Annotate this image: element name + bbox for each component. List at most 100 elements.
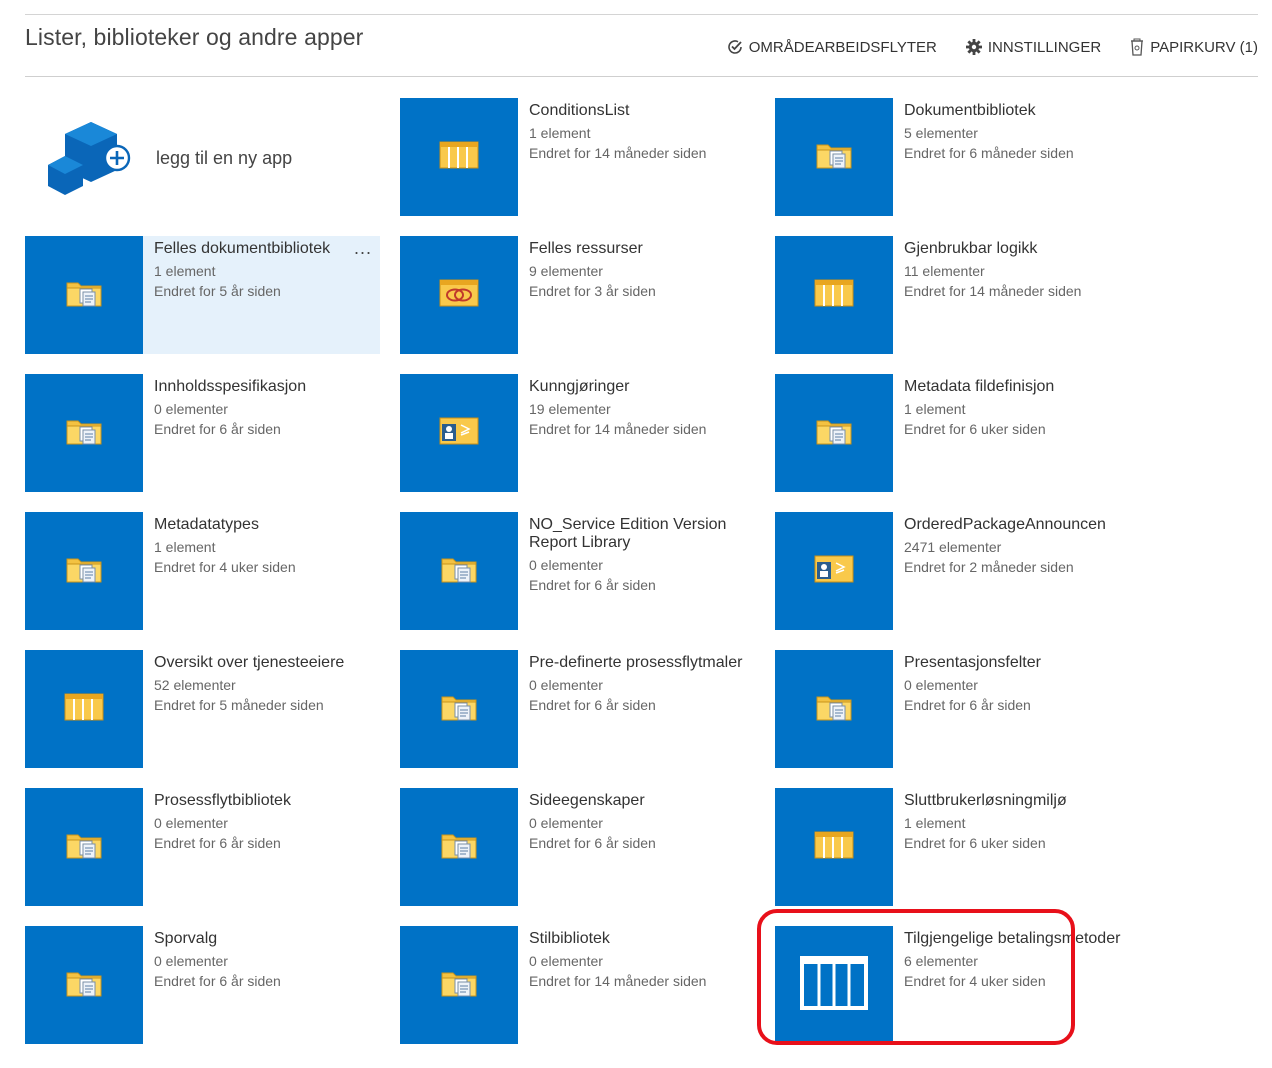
app-tile-name[interactable]: Pre-definerte prosessflytmaler [529, 654, 749, 672]
app-tile-thumbnail[interactable] [400, 98, 518, 216]
app-tile-item-count: 6 elementer [904, 953, 978, 969]
app-tile[interactable]: Felles ressurser 9 elementer Endret for 3 … [400, 236, 755, 354]
app-tile-thumbnail[interactable] [775, 650, 893, 768]
app-tile[interactable]: Oversikt over tjenesteeiere 52 elementer E… [25, 650, 380, 768]
recycle-bin-button[interactable]: PAPIRKURV (1) [1129, 38, 1258, 56]
app-tile-name[interactable]: Prosessflytbibliotek [154, 792, 374, 810]
app-tile-thumbnail[interactable] [775, 788, 893, 906]
app-tile-item-count: 5 elementer [904, 125, 978, 141]
app-tile-name[interactable]: Oversikt over tjenesteeiere [154, 654, 374, 672]
app-tile-name[interactable]: Kunngjøringer [529, 378, 749, 396]
app-tile-thumbnail[interactable] [25, 650, 143, 768]
library-icon [65, 830, 103, 865]
app-tile-thumbnail[interactable] [25, 236, 143, 354]
add-app-icon [47, 120, 135, 201]
app-tile[interactable]: Sporvalg 0 elementer Endret for 6 år siden [25, 926, 380, 1044]
page-header: Lister, biblioteker og andre apper OMRÅD… [25, 16, 1258, 77]
app-tile-info: Dokumentbibliotek 5 elementer Endret for 6… [904, 98, 1124, 163]
app-tile-thumbnail[interactable] [400, 926, 518, 1044]
app-tile-name[interactable]: Stilbibliotek [529, 930, 749, 948]
app-tile-thumbnail[interactable] [400, 374, 518, 492]
app-tile[interactable]: Stilbibliotek 0 elementer Endret for 14 må… [400, 926, 755, 1044]
app-tile-thumbnail[interactable] [400, 788, 518, 906]
app-tile-modified: Endret for 6 år siden [154, 835, 281, 851]
app-tile-info: Metadatatypes 1 element Endret for 4 uker … [154, 512, 374, 577]
app-tile-item-count: 0 elementer [154, 815, 228, 831]
top-divider [25, 14, 1258, 15]
app-tile-item-count: 1 element [154, 263, 216, 279]
app-tile-info: Pre-definerte prosessflytmaler 0 elemente… [529, 650, 749, 715]
app-tile-item-count: 0 elementer [529, 815, 603, 831]
app-tile[interactable]: Pre-definerte prosessflytmaler 0 elemente… [400, 650, 755, 768]
library-icon [440, 968, 478, 1003]
more-options-icon[interactable]: ... [354, 238, 372, 259]
app-tile-name[interactable]: Presentasjonsfelter [904, 654, 1124, 672]
app-tile-modified: Endret for 6 år siden [529, 697, 656, 713]
app-tile[interactable]: Dokumentbibliotek 5 elementer Endret for 6… [775, 98, 1130, 216]
app-tile-thumbnail[interactable] [775, 512, 893, 630]
app-tile-modified: Endret for 4 uker siden [154, 559, 296, 575]
app-tile-name[interactable]: Sluttbrukerløsningmiljø [904, 792, 1124, 810]
app-tile[interactable]: Presentasjonsfelter 0 elementer Endret for… [775, 650, 1130, 768]
app-tile-name[interactable]: OrderedPackageAnnouncen [904, 516, 1124, 534]
app-tile-name[interactable]: Sporvalg [154, 930, 374, 948]
app-tile-modified: Endret for 6 år siden [154, 973, 281, 989]
app-tile[interactable]: Gjenbrukbar logikk 11 elementer Endret for… [775, 236, 1130, 354]
app-tile-item-count: 52 elementer [154, 677, 236, 693]
app-tile-thumbnail[interactable] [25, 512, 143, 630]
settings-button[interactable]: INNSTILLINGER [965, 38, 1101, 56]
app-tile[interactable]: Metadata fildefinisjon 1 element Endret fo… [775, 374, 1130, 492]
app-tile-thumbnail[interactable] [25, 926, 143, 1044]
app-tile-thumbnail[interactable] [775, 926, 893, 1044]
library-icon [65, 416, 103, 451]
app-tile[interactable]: OrderedPackageAnnouncen 2471 elementer End… [775, 512, 1130, 630]
app-tile-modified: Endret for 14 måneder siden [529, 145, 707, 161]
app-tile-name[interactable]: Felles dokumentbibliotek [154, 240, 374, 258]
header-actions: OMRÅDEARBEIDSFLYTER INNSTILLINGER PAPIRK… [726, 38, 1258, 56]
app-tile[interactable]: NO_Service Edition Version Report Librar… [400, 512, 755, 630]
app-tile-thumbnail[interactable] [775, 98, 893, 216]
library-icon [440, 830, 478, 865]
app-tile[interactable]: Metadatatypes 1 element Endret for 4 uker … [25, 512, 380, 630]
app-tile-info: NO_Service Edition Version Report Librar… [529, 512, 749, 595]
app-tile-thumbnail[interactable] [25, 374, 143, 492]
app-tile-name[interactable]: Felles ressurser [529, 240, 749, 258]
app-tile-info: Sluttbrukerløsningmiljø 1 element Endret f… [904, 788, 1124, 853]
recycle-bin-icon [1129, 38, 1145, 56]
app-tile-thumbnail[interactable] [400, 650, 518, 768]
app-tile[interactable]: Sideegenskaper 0 elementer Endret for 6 år… [400, 788, 755, 906]
list-icon [64, 693, 104, 726]
app-tile-modified: Endret for 6 måneder siden [904, 145, 1074, 161]
app-tile-modified: Endret for 6 uker siden [904, 421, 1046, 437]
app-tile-thumbnail[interactable] [400, 512, 518, 630]
app-tile[interactable]: Prosessflytbibliotek 0 elementer Endret fo… [25, 788, 380, 906]
app-tile-name[interactable]: ConditionsList [529, 102, 749, 120]
app-tile-info: Metadata fildefinisjon 1 element Endret fo… [904, 374, 1124, 439]
app-tile-thumbnail[interactable] [25, 788, 143, 906]
app-tile-modified: Endret for 2 måneder siden [904, 559, 1074, 575]
add-app-tile[interactable]: legg til en ny app [25, 98, 380, 216]
app-tile-name[interactable]: Innholdsspesifikasjon [154, 378, 374, 396]
app-tile[interactable]: ConditionsList 1 element Endret for 14 mån… [400, 98, 755, 216]
app-tile[interactable]: Tilgjengelige betalingsmetoder 6 elemente… [775, 926, 1130, 1044]
app-tile-modified: Endret for 6 år siden [904, 697, 1031, 713]
app-tile-modified: Endret for 6 år siden [529, 835, 656, 851]
app-tile-thumbnail[interactable] [775, 236, 893, 354]
app-tile-name[interactable]: NO_Service Edition Version Report Librar… [529, 516, 749, 552]
app-tile-name[interactable]: Metadata fildefinisjon [904, 378, 1124, 396]
app-tile-modified: Endret for 14 måneder siden [529, 421, 707, 437]
list-icon [814, 831, 854, 864]
app-tile-modified: Endret for 14 måneder siden [529, 973, 707, 989]
app-tile-name[interactable]: Tilgjengelige betalingsmetoder [904, 930, 1124, 948]
app-tile-name[interactable]: Metadatatypes [154, 516, 374, 534]
app-tile-name[interactable]: Sideegenskaper [529, 792, 749, 810]
app-tile[interactable]: Kunngjøringer 19 elementer Endret for 14 m… [400, 374, 755, 492]
app-tile[interactable]: Innholdsspesifikasjon 0 elementer Endret f… [25, 374, 380, 492]
app-tile-thumbnail[interactable] [400, 236, 518, 354]
app-tile[interactable]: Sluttbrukerløsningmiljø 1 element Endret f… [775, 788, 1130, 906]
app-tile-name[interactable]: Gjenbrukbar logikk [904, 240, 1124, 258]
app-tile-thumbnail[interactable] [775, 374, 893, 492]
site-workflows-button[interactable]: OMRÅDEARBEIDSFLYTER [726, 38, 937, 56]
app-tile[interactable]: Felles dokumentbibliotek 1 element Endret … [25, 236, 380, 354]
app-tile-name[interactable]: Dokumentbibliotek [904, 102, 1124, 120]
